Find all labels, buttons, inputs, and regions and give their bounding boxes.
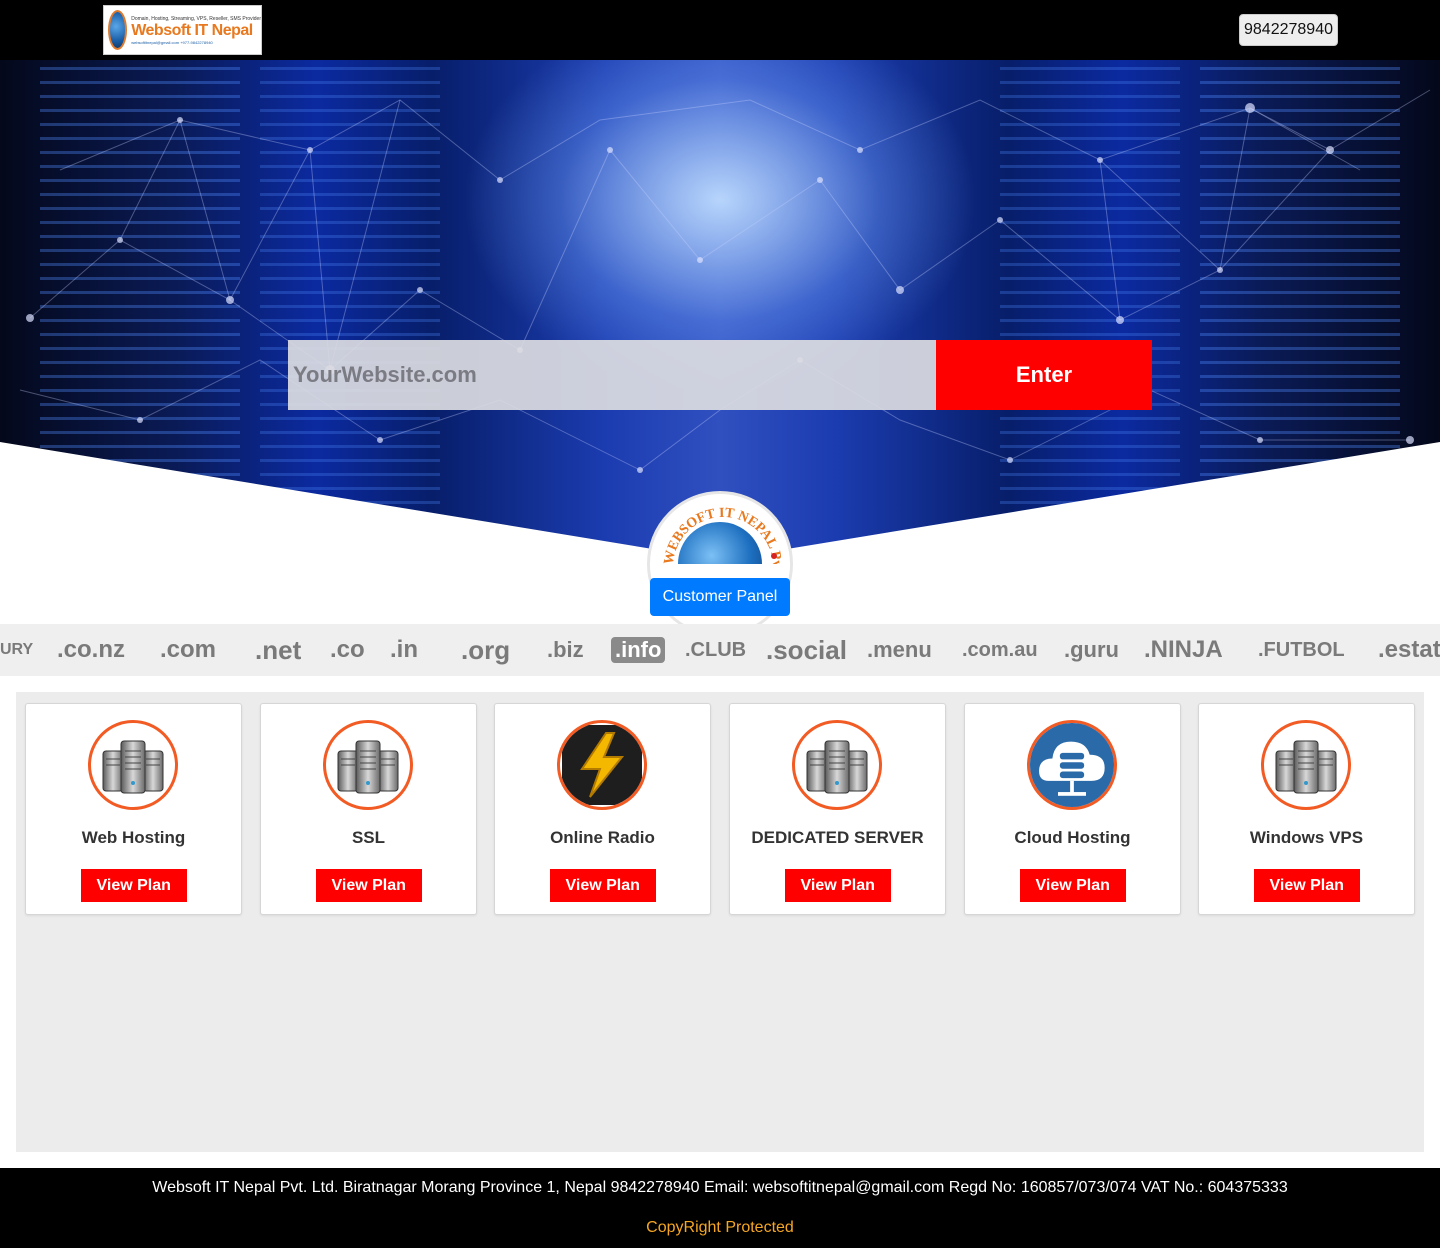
service-card: DEDICATED SERVER View Plan	[729, 703, 946, 915]
service-title: Windows VPS	[1249, 828, 1364, 847]
service-card: Cloud Hosting View Plan	[964, 703, 1181, 915]
service-title: Web Hosting	[81, 828, 186, 847]
tld-logo: .menu	[867, 637, 932, 662]
customer-panel-button[interactable]: Customer Panel	[650, 578, 790, 616]
view-plan-button[interactable]: View Plan	[315, 869, 422, 902]
service-title: DEDICATED SERVER	[751, 828, 924, 847]
view-plan-button[interactable]: View Plan	[80, 869, 187, 902]
server-icon	[792, 720, 882, 810]
tld-logo: .in	[390, 636, 418, 663]
tld-logo: .co	[330, 636, 365, 663]
domain-search-enter-button[interactable]: Enter	[936, 340, 1152, 410]
service-card: Online Radio View Plan	[494, 703, 711, 915]
services-section: Web Hosting View Plan SSL View Plan Online R…	[16, 692, 1424, 1152]
lightning-icon	[557, 720, 647, 810]
server-icon	[1261, 720, 1351, 810]
domain-search-input[interactable]	[288, 340, 936, 410]
logo-contact: websoftitnepal@gmail.com +977-9842278940	[131, 39, 213, 45]
tld-logo: .org	[461, 634, 511, 665]
phone-button[interactable]: 9842278940	[1239, 14, 1338, 46]
tld-logo: .estat	[1378, 636, 1440, 663]
server-icon	[323, 720, 413, 810]
seal-text: WEBSOFT IT NEPAL Pvt. Ltd.	[650, 494, 784, 568]
copyright-text: CopyRight Protected	[0, 1208, 1440, 1248]
view-plan-button[interactable]: View Plan	[1019, 869, 1126, 902]
service-card: Windows VPS View Plan	[1198, 703, 1415, 915]
site-logo[interactable]: Domain, Hosting, Streaming, VPS, Reselle…	[103, 5, 262, 55]
service-card: SSL View Plan	[260, 703, 477, 915]
logo-text: Domain, Hosting, Streaming, VPS, Reselle…	[131, 16, 261, 45]
tld-logo: .CLUB	[685, 638, 747, 661]
service-card: Web Hosting View Plan	[25, 703, 242, 915]
tld-logo: .info	[611, 637, 666, 663]
cloud-server-icon	[1027, 720, 1117, 810]
view-plan-button[interactable]: View Plan	[784, 869, 891, 902]
tld-logo: .guru	[1064, 637, 1119, 662]
tld-logo: .net	[255, 634, 302, 665]
tld-logo: URY	[0, 641, 34, 658]
tld-logo: .social	[766, 634, 847, 665]
hero-bottom-cutout	[0, 442, 1440, 560]
tld-carousel: URY .co.nz .com .net .co .in .org .biz .info .CLU…	[0, 624, 1440, 676]
top-navbar: Domain, Hosting, Streaming, VPS, Reselle…	[0, 0, 1440, 60]
view-plan-button[interactable]: View Plan	[1253, 869, 1360, 902]
tld-logo: .com.au	[962, 638, 1038, 661]
logo-name: Websoft IT Nepal	[131, 21, 253, 39]
tld-logo: .com	[160, 636, 217, 663]
tld-logo: .FUTBOL	[1258, 638, 1345, 661]
tld-logo: .biz	[547, 637, 584, 662]
service-title: Cloud Hosting	[1014, 828, 1131, 847]
server-icon	[88, 720, 178, 810]
globe-logo-icon	[108, 10, 128, 50]
service-title: Online Radio	[550, 828, 655, 847]
footer-info: Websoft IT Nepal Pvt. Ltd. Biratnagar Mo…	[0, 1168, 1440, 1208]
tld-logo: .co.nz	[57, 636, 126, 663]
service-title: SSL	[351, 828, 386, 847]
tld-logo: .NINJA	[1144, 636, 1223, 663]
view-plan-button[interactable]: View Plan	[549, 869, 656, 902]
hero-banner: Enter	[0, 60, 1440, 560]
